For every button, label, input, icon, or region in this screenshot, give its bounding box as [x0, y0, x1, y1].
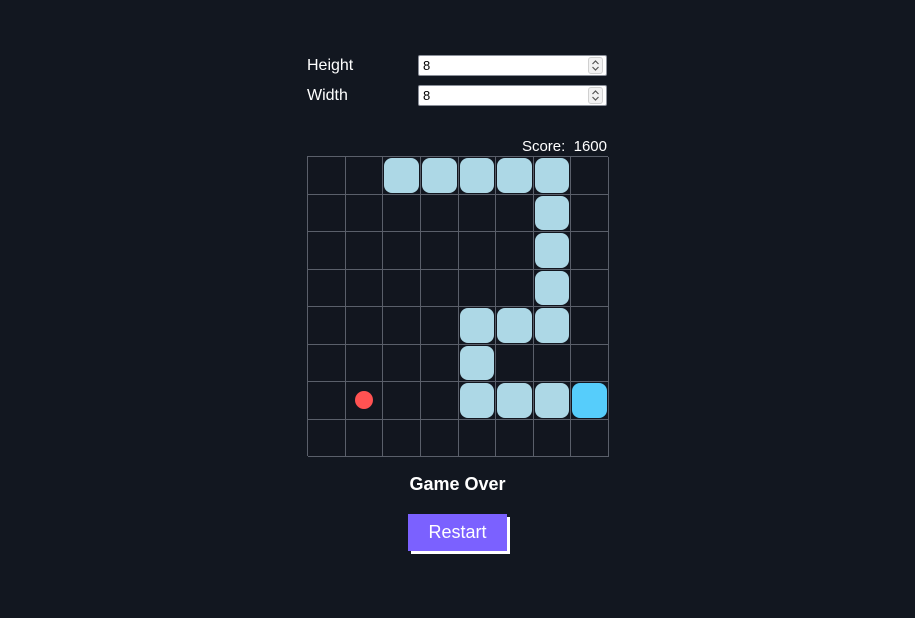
snake-segment [458, 382, 497, 420]
height-spinner[interactable] [588, 57, 603, 74]
restart-button[interactable]: Restart [408, 514, 507, 551]
height-setting: Height 8 [307, 55, 608, 77]
snake-segment [458, 344, 497, 382]
snake-segment [533, 157, 572, 195]
snake-segment [533, 194, 572, 232]
width-label: Width [307, 87, 348, 104]
board-cell-empty [533, 344, 572, 382]
board-cell-empty [496, 269, 534, 307]
board-cell-empty [571, 194, 609, 232]
board-cell-empty [308, 307, 346, 345]
snake-segment [420, 157, 459, 195]
spinner-arrows-icon [592, 90, 599, 101]
board-cell-empty [308, 157, 346, 195]
board-cell-empty [420, 344, 459, 382]
snake-head [571, 382, 609, 420]
board-cell-empty [420, 269, 459, 307]
board-cell-empty [308, 232, 346, 270]
snake-segment [496, 382, 534, 420]
board-cell-empty [571, 232, 609, 270]
snake-segment [458, 307, 497, 345]
board-cell-empty [458, 232, 497, 270]
board-cell-empty [345, 419, 384, 457]
board-cell-empty [571, 307, 609, 345]
board-cell-empty [383, 307, 421, 345]
width-input-value: 8 [423, 88, 431, 103]
board-cell-empty [345, 307, 384, 345]
snake-segment [533, 307, 572, 345]
height-label: Height [307, 57, 354, 74]
snake-segment [383, 157, 421, 195]
snake-game-app: Height 8 Width 8 Score: 1600 Game Over R… [0, 0, 915, 618]
width-setting: Width 8 [307, 85, 608, 107]
board-cell-empty [345, 194, 384, 232]
board-cell-empty [308, 269, 346, 307]
game-status: Game Over [409, 474, 506, 494]
board-cell-empty [458, 419, 497, 457]
board-cell-empty [496, 194, 534, 232]
board-cell-empty [308, 344, 346, 382]
board-cell-empty [383, 269, 421, 307]
board-cell-empty [571, 269, 609, 307]
food-pellet [345, 382, 384, 420]
board-cell-empty [383, 344, 421, 382]
board-cell-empty [571, 344, 609, 382]
board-cell-empty [571, 157, 609, 195]
board-cell-empty [458, 269, 497, 307]
board-cell-empty [308, 419, 346, 457]
board-cell-empty [345, 344, 384, 382]
snake-segment [533, 382, 572, 420]
snake-segment [533, 232, 572, 270]
board-cell-empty [383, 232, 421, 270]
board-cell-empty [420, 419, 459, 457]
board-cell-empty [420, 194, 459, 232]
board-cell-empty [383, 194, 421, 232]
board-cell-empty [533, 419, 572, 457]
board-cell-empty [383, 382, 421, 420]
board-cell-empty [496, 232, 534, 270]
board-cell-empty [420, 382, 459, 420]
board-cell-empty [308, 194, 346, 232]
board-cell-empty [383, 419, 421, 457]
board-cell-empty [496, 419, 534, 457]
snake-segment [496, 157, 534, 195]
board-cell-empty [345, 232, 384, 270]
board-cell-empty [345, 269, 384, 307]
board-cell-empty [496, 344, 534, 382]
spinner-arrows-icon [592, 60, 599, 71]
width-spinner[interactable] [588, 87, 603, 104]
snake-segment [458, 157, 497, 195]
score-display: Score: 1600 [521, 138, 607, 155]
snake-segment [496, 307, 534, 345]
board-cell-empty [420, 307, 459, 345]
game-board [307, 156, 609, 457]
height-input[interactable]: 8 [418, 55, 607, 76]
board-cell-empty [420, 232, 459, 270]
snake-segment [533, 269, 572, 307]
board-cell-empty [345, 157, 384, 195]
board-cell-empty [308, 382, 346, 420]
width-input[interactable]: 8 [418, 85, 607, 106]
board-cell-empty [571, 419, 609, 457]
height-input-value: 8 [423, 58, 431, 73]
board-cell-empty [458, 194, 497, 232]
